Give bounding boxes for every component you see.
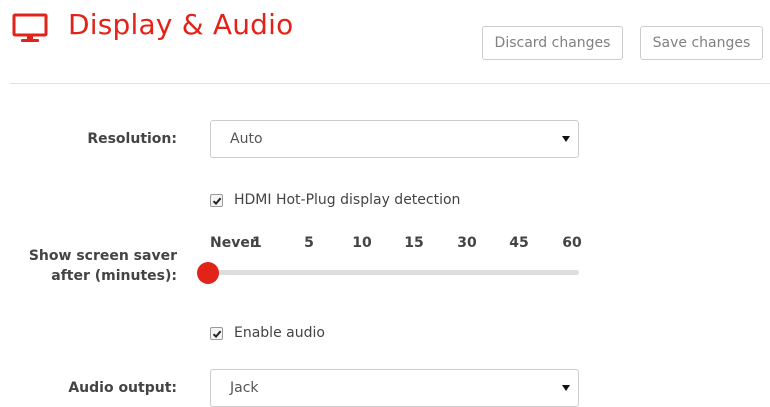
- hdmi-hotplug-checkbox[interactable]: [210, 193, 223, 207]
- tick-label[interactable]: 10: [352, 235, 371, 251]
- audio-output-label: Audio output:: [68, 380, 177, 396]
- screen-saver-ticks: Never 1 5 10 15 30 45 60: [0, 235, 770, 253]
- screen-saver-label-line2: after (minutes):: [51, 268, 177, 284]
- enable-audio-checkbox[interactable]: [210, 326, 223, 340]
- tick-label[interactable]: 60: [562, 235, 581, 251]
- tick-label[interactable]: 30: [457, 235, 476, 251]
- screen-saver-slider-track[interactable]: [209, 270, 579, 275]
- checkmark-icon: [212, 330, 222, 338]
- audio-output-value: Jack: [230, 380, 259, 396]
- save-changes-button[interactable]: Save changes: [640, 26, 763, 60]
- header-divider: [10, 83, 770, 84]
- tick-label[interactable]: 5: [304, 235, 314, 251]
- hdmi-hotplug-row: HDMI Hot-Plug display detection: [210, 192, 460, 208]
- enable-audio-row: Enable audio: [210, 325, 325, 341]
- tick-label[interactable]: Never: [210, 235, 257, 251]
- tick-label[interactable]: 45: [509, 235, 528, 251]
- tick-label[interactable]: 1: [252, 235, 262, 251]
- enable-audio-label: Enable audio: [234, 325, 325, 341]
- resolution-value: Auto: [230, 131, 263, 147]
- screen-saver-slider-thumb[interactable]: [197, 262, 219, 284]
- discard-changes-button[interactable]: Discard changes: [482, 26, 623, 60]
- resolution-select[interactable]: Auto: [210, 120, 579, 158]
- checkmark-icon: [212, 197, 222, 205]
- page-title: Display & Audio: [68, 8, 294, 41]
- audio-output-select[interactable]: Jack: [210, 369, 579, 407]
- tick-label[interactable]: 15: [404, 235, 423, 251]
- hdmi-hotplug-label: HDMI Hot-Plug display detection: [234, 192, 461, 208]
- monitor-icon: [12, 13, 48, 45]
- resolution-label: Resolution:: [87, 131, 177, 147]
- chevron-down-icon: [562, 136, 570, 142]
- chevron-down-icon: [562, 385, 570, 391]
